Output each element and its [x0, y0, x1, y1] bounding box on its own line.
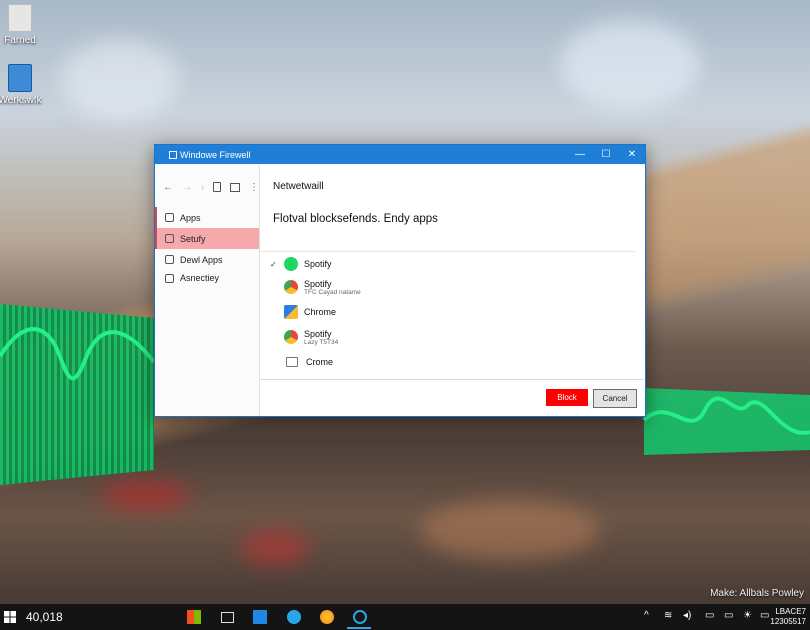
app-row-chrome[interactable]: Chrome	[270, 301, 635, 323]
minimize-button[interactable]: —	[567, 145, 593, 164]
back-arrow-icon[interactable]: ←	[163, 182, 173, 193]
sidebar-item-dewl-apps[interactable]: Dewl Apps	[155, 249, 259, 270]
refresh-app-icon[interactable]	[353, 610, 367, 624]
block-button[interactable]: Block	[546, 389, 588, 406]
chevron-right-icon[interactable]: ›	[201, 182, 204, 193]
main-panel: Netwetwaill Flotval blocksefends. Endy a…	[260, 165, 645, 416]
chat-icon[interactable]: ▭	[760, 610, 769, 621]
divider	[260, 251, 635, 252]
app-row-spotify[interactable]: ✓ Spotify	[270, 255, 635, 273]
sidebar: ← → › ⋮ Apps Setufy Dewl Apps Asnectiey	[155, 165, 260, 416]
spotify-icon	[284, 257, 298, 271]
firefox-icon[interactable]	[320, 610, 334, 624]
sidebar-item-label: Dewl Apps	[180, 254, 223, 265]
more-options-icon[interactable]: ⋮	[249, 182, 259, 193]
app-list: ✓ Spotify Spotify TFC Cayad natame Chrom…	[270, 255, 635, 373]
chrome-file-icon	[284, 305, 298, 319]
edge-icon[interactable]	[287, 610, 301, 624]
wifi-icon[interactable]: ≋	[664, 610, 672, 621]
sidebar-item-asnectiey[interactable]: Asnectiey	[155, 270, 259, 286]
task-view-icon[interactable]	[221, 612, 234, 623]
app-subtitle: TFC Cayad natame	[304, 288, 361, 296]
forward-arrow-icon[interactable]: →	[182, 182, 192, 193]
desktop-icon-farned[interactable]: Farned	[0, 4, 48, 46]
app-name: Spotify	[304, 328, 332, 339]
folder-icon	[286, 357, 298, 367]
taskbar-search-text[interactable]: 40,018	[26, 610, 63, 624]
desktop-icon-label: Werkswfk	[0, 95, 42, 106]
store-icon[interactable]	[187, 610, 201, 624]
desktop-icon-label: Farned	[4, 35, 36, 46]
chrome-icon	[284, 280, 298, 294]
sidebar-item-icon	[165, 273, 174, 283]
sidebar-item-setufy[interactable]: Setufy	[155, 228, 259, 249]
watermark-text: Make: Allbals Powley	[710, 588, 804, 599]
app-row-crome[interactable]: Crome	[270, 351, 635, 373]
chrome-icon	[284, 330, 298, 344]
page-subtitle: Flotval blocksefends. Endy apps	[273, 213, 438, 225]
sidebar-item-label: Asnectiey	[180, 273, 220, 283]
checkmark-icon: ✓	[270, 259, 277, 269]
window-title: Windowe Firewell	[180, 149, 251, 160]
page-title: Netwetwaill	[273, 181, 324, 192]
app-name: Spotify	[304, 259, 332, 269]
taskbar: 40,018 ^ ≋ ◂) ▭ ▭ ☀ ▭ LBACE7 12305517	[0, 604, 810, 630]
window-app-icon	[169, 150, 177, 159]
clipboard-icon[interactable]	[213, 182, 222, 192]
document-icon	[8, 4, 32, 32]
battery-icon[interactable]: ▭	[724, 610, 733, 621]
volume-icon[interactable]: ◂)	[683, 610, 691, 621]
maximize-button[interactable]: ☐	[593, 145, 619, 164]
app-row-spotify-3[interactable]: Spotify Lazy T5T34	[270, 323, 635, 351]
app-name: Chrome	[304, 307, 337, 317]
sidebar-item-apps[interactable]: Apps	[155, 207, 259, 228]
firewall-window: Windowe Firewell — ☐ ✕ ← → › ⋮ Apps Setu…	[154, 144, 646, 417]
sidebar-item-icon	[165, 213, 174, 222]
clock-line-2: 12305517	[770, 617, 806, 626]
network-icon[interactable]: ▭	[705, 610, 714, 621]
dialog-footer: Block Cancel	[260, 379, 645, 416]
sidebar-item-icon	[165, 255, 174, 264]
title-bar[interactable]: Windowe Firewell — ☐ ✕	[155, 145, 645, 164]
tray-chevron-icon[interactable]: ^	[644, 610, 649, 621]
active-app-indicator	[347, 627, 371, 629]
desktop-icon-werkswfk[interactable]: Werkswfk	[0, 64, 48, 106]
clock-line-1: LBACE7	[775, 607, 806, 616]
app-name: Crome	[306, 357, 334, 367]
app-row-spotify-2[interactable]: Spotify TFC Cayad natame	[270, 273, 635, 301]
sidebar-item-label: Setufy	[180, 233, 206, 244]
nav-toolbar: ← → › ⋮	[155, 165, 259, 195]
window-icon[interactable]	[230, 182, 240, 192]
app-name: Spotify	[304, 278, 332, 289]
cancel-button[interactable]: Cancel	[593, 389, 637, 408]
file-explorer-icon[interactable]	[253, 610, 267, 624]
close-button[interactable]: ✕	[619, 145, 645, 164]
app-subtitle: Lazy T5T34	[304, 338, 339, 346]
sidebar-item-icon	[165, 234, 174, 243]
windows-start-icon[interactable]	[4, 611, 16, 623]
weather-icon[interactable]: ☀	[743, 610, 752, 621]
sidebar-item-label: Apps	[180, 212, 201, 223]
computer-icon	[8, 64, 32, 92]
clock[interactable]: LBACE7 12305517	[770, 607, 806, 627]
